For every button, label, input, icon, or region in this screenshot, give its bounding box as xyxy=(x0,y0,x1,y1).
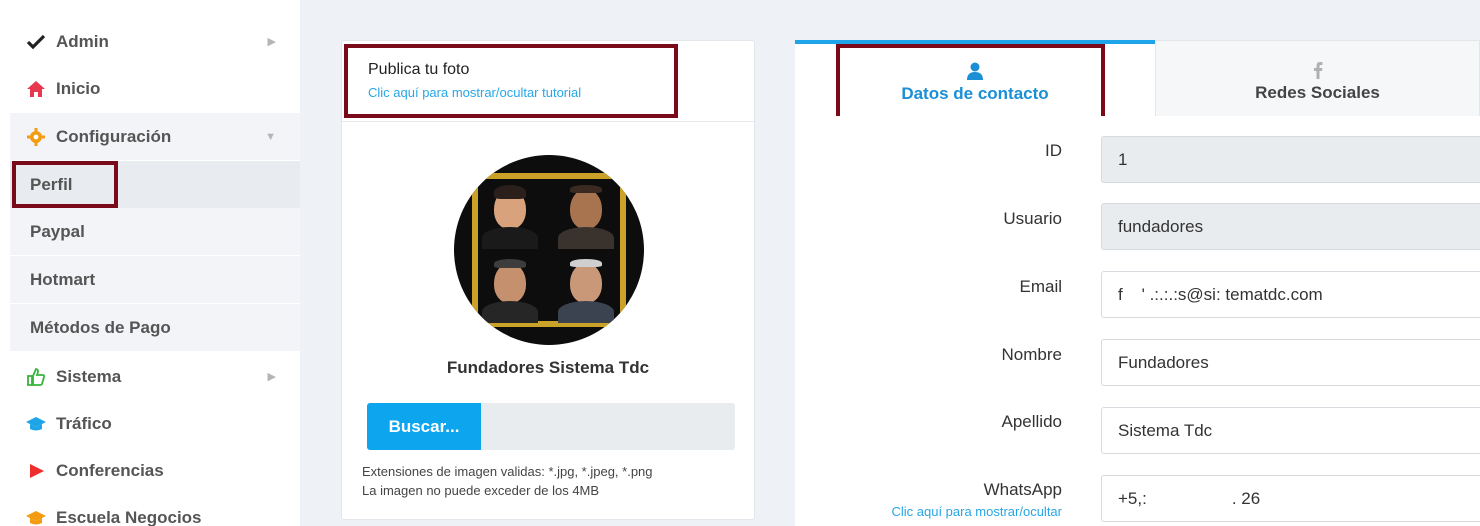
check-icon xyxy=(16,34,56,50)
tab-redes-sociales[interactable]: Redes Sociales xyxy=(1155,40,1480,116)
person-photo xyxy=(478,181,542,249)
browse-button[interactable]: Buscar... xyxy=(367,403,481,450)
sidebar-subitem-metodos-pago[interactable]: Métodos de Pago xyxy=(10,304,300,351)
thumbs-up-icon xyxy=(16,367,56,387)
sidebar-item-sistema[interactable]: Sistema ▶ xyxy=(10,353,300,400)
sidebar-subitem-label: Paypal xyxy=(30,221,85,241)
name-label: Nombre xyxy=(1001,345,1062,364)
whatsapp-label: WhatsApp xyxy=(983,480,1062,499)
user-label: Usuario xyxy=(1003,209,1062,228)
name-field[interactable]: Fundadores xyxy=(1101,339,1480,386)
gear-icon xyxy=(16,127,56,146)
sidebar-item-label: Configuración xyxy=(56,126,172,146)
profile-name: Fundadores Sistema Tdc xyxy=(446,358,650,377)
sidebar-item-label: Inicio xyxy=(56,78,101,98)
id-label: ID xyxy=(1045,141,1062,160)
whatsapp-toggle-link[interactable]: Clic aquí para mostrar/ocultar xyxy=(891,504,1062,519)
sidebar-subitem-paypal[interactable]: Paypal xyxy=(10,208,300,255)
sidebar-subitem-label: Métodos de Pago xyxy=(30,317,171,337)
sidebar-subitem-label: Hotmart xyxy=(30,269,96,289)
id-field: 1 xyxy=(1101,136,1480,183)
sidebar-item-label: Tráfico xyxy=(56,413,112,433)
sidebar-item-configuracion[interactable]: Configuración ▼ xyxy=(10,113,300,160)
sidebar-item-label: Admin xyxy=(56,31,109,51)
sidebar: Admin ▶ Inicio Configuración ▼ Perfil Pa… xyxy=(0,0,300,526)
person-photo xyxy=(554,255,618,323)
person-photo xyxy=(478,255,542,323)
graduation-cap-icon xyxy=(16,416,56,432)
play-icon xyxy=(16,462,56,480)
facebook-icon xyxy=(1313,55,1323,79)
sidebar-item-label: Sistema xyxy=(56,366,122,386)
sidebar-item-label: Conferencias xyxy=(56,460,164,480)
highlight-box xyxy=(12,161,118,208)
person-photo xyxy=(554,181,618,249)
graduation-cap-icon xyxy=(16,510,56,526)
file-upload[interactable]: Buscar... xyxy=(367,403,735,450)
sidebar-item-inicio[interactable]: Inicio xyxy=(10,65,300,112)
chevron-down-icon: ▼ xyxy=(265,130,276,143)
avatar xyxy=(454,155,644,345)
user-field: fundadores xyxy=(1101,203,1480,250)
upload-hint-extensions: Extensiones de imagen validas: *.jpg, *.… xyxy=(362,464,653,479)
highlight-box xyxy=(344,44,678,118)
sidebar-item-trafico[interactable]: Tráfico xyxy=(10,400,300,447)
email-field[interactable]: f ' .:.:.:s@si: tematdc.com xyxy=(1101,271,1480,318)
sidebar-item-conferencias[interactable]: Conferencias xyxy=(10,447,300,494)
lastname-field[interactable]: Sistema Tdc xyxy=(1101,407,1480,454)
sidebar-item-admin[interactable]: Admin ▶ xyxy=(10,18,300,65)
lastname-label: Apellido xyxy=(1001,412,1063,431)
chevron-right-icon: ▶ xyxy=(267,371,276,383)
highlight-box xyxy=(836,44,1105,120)
whatsapp-field[interactable]: +5,: . 26 xyxy=(1101,475,1480,522)
email-label: Email xyxy=(1019,277,1062,296)
chevron-right-icon: ▶ xyxy=(267,36,276,48)
sidebar-subitem-hotmart[interactable]: Hotmart xyxy=(10,256,300,303)
upload-hint-size: La imagen no puede exceder de los 4MB xyxy=(362,483,600,498)
home-icon xyxy=(16,80,56,98)
sidebar-item-escuela-negocios[interactable]: Escuela Negocios xyxy=(10,494,300,526)
tab-label: Redes Sociales xyxy=(1255,82,1380,102)
sidebar-item-label: Escuela Negocios xyxy=(56,507,202,526)
